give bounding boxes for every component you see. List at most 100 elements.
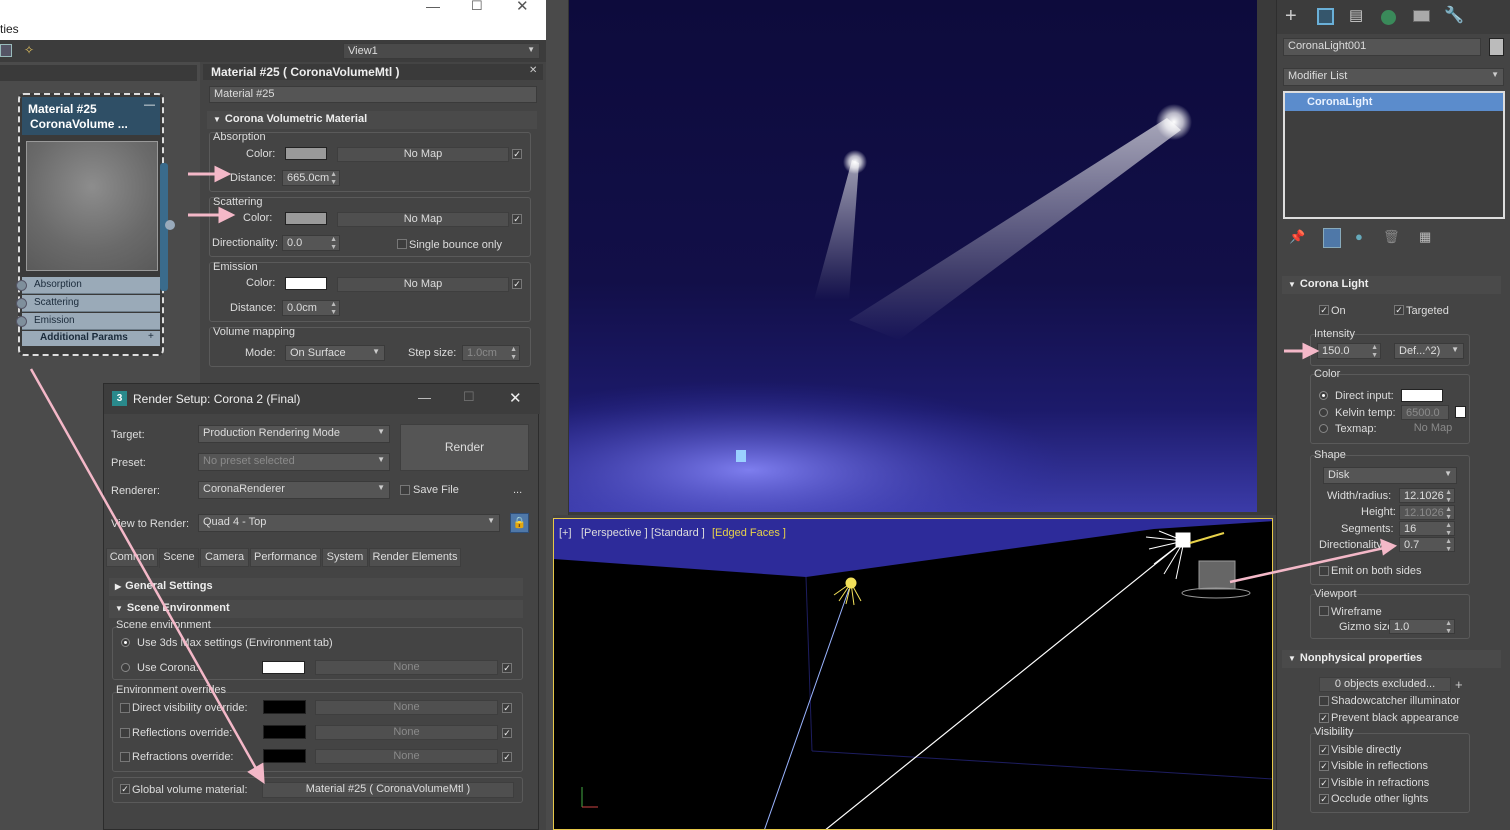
spinner-arrows-icon[interactable]: ▲ ▼ — [1445, 489, 1452, 502]
remove-modifier-icon[interactable]: 🗑 — [1383, 229, 1400, 245]
direct-input-radio[interactable] — [1319, 391, 1328, 400]
minimize-icon[interactable]: — — [418, 390, 431, 405]
hierarchy-tab-icon[interactable]: ▤ — [1349, 6, 1363, 24]
visible-directly-checkbox[interactable]: ✓ — [1319, 745, 1329, 755]
emission-map-toggle[interactable]: ✓ — [512, 279, 522, 289]
pick-icon[interactable]: ✧ — [24, 43, 34, 57]
reflections-map-button[interactable]: None — [315, 725, 498, 740]
refractions-map-toggle[interactable]: ✓ — [502, 752, 512, 762]
visible-in-refractions-checkbox[interactable]: ✓ — [1319, 778, 1329, 788]
intensity-unit-dropdown[interactable]: Def...^2) ▼ — [1394, 343, 1464, 359]
exclude-objects-button[interactable]: 0 objects excluded... — [1319, 677, 1451, 692]
spinner-arrows-icon[interactable]: ▲ ▼ — [1445, 522, 1452, 535]
rollout-scene-environment[interactable]: ▼ Scene Environment — [109, 600, 523, 618]
reflections-map-toggle[interactable]: ✓ — [502, 728, 512, 738]
prevent-black-checkbox[interactable]: ✓ — [1319, 713, 1329, 723]
utilities-tab-icon[interactable]: 🔧 — [1444, 5, 1464, 25]
targeted-checkbox[interactable]: ✓ — [1394, 305, 1404, 315]
visible-in-reflections-checkbox[interactable]: ✓ — [1319, 761, 1329, 771]
scattering-color-swatch[interactable] — [285, 212, 327, 225]
kelvin-temp-spinner[interactable]: 6500.0 — [1401, 405, 1449, 420]
material-name-field[interactable]: Material #25 — [209, 86, 537, 103]
save-file-browse-button[interactable]: ... — [513, 484, 522, 496]
absorption-map-button[interactable]: No Map — [337, 147, 509, 162]
scattering-directionality-spinner[interactable]: 0.0 ▲ ▼ — [282, 235, 340, 251]
view-to-render-dropdown[interactable]: Quad 4 - Top ▼ — [198, 514, 500, 532]
input-socket[interactable] — [16, 280, 27, 291]
absorption-map-toggle[interactable]: ✓ — [512, 149, 522, 159]
spinner-arrows-icon[interactable]: ▲ ▼ — [1371, 344, 1378, 358]
tab-system[interactable]: System — [322, 548, 368, 567]
view-dropdown[interactable]: View1 ▼ — [343, 43, 540, 59]
light-color-swatch[interactable] — [1401, 389, 1443, 402]
motion-tab-icon[interactable] — [1381, 10, 1396, 25]
input-socket[interactable] — [16, 298, 27, 309]
direct-visibility-checkbox[interactable] — [120, 703, 130, 713]
pin-stack-icon[interactable]: 📌 — [1289, 229, 1305, 245]
direct-visibility-map-button[interactable]: None — [315, 700, 498, 715]
node-slot-emission[interactable]: Emission — [16, 313, 160, 330]
node-slot-scattering[interactable]: Scattering — [16, 295, 160, 312]
perspective-viewport[interactable]: [+] [Perspective ] [Standard ] [Edged Fa… — [553, 518, 1273, 830]
object-name-field[interactable]: CoronaLight001 — [1283, 38, 1481, 56]
viewport-label-perspective[interactable]: [Perspective ] — [581, 527, 648, 539]
stack-item-coronalight[interactable]: CoronaLight — [1285, 93, 1503, 111]
emission-map-button[interactable]: No Map — [337, 277, 509, 292]
tab-camera[interactable]: Camera — [200, 548, 249, 567]
minimize-icon[interactable]: — — [426, 0, 440, 14]
spinner-arrows-icon[interactable]: ▲ ▼ — [330, 301, 337, 315]
create-tab-icon[interactable]: + — [1285, 5, 1297, 28]
close-icon[interactable]: ✕ — [509, 389, 522, 407]
viewport-label-edged-faces[interactable]: [Edged Faces ] — [712, 527, 786, 539]
direct-visibility-map-toggle[interactable]: ✓ — [502, 703, 512, 713]
emission-distance-spinner[interactable]: 0.0cm ▲ ▼ — [282, 300, 340, 316]
output-socket[interactable] — [165, 220, 175, 230]
input-socket[interactable] — [16, 316, 27, 327]
tab-common[interactable]: Common — [106, 548, 158, 567]
refractions-override-swatch[interactable] — [263, 749, 306, 763]
shadowcatcher-checkbox[interactable] — [1319, 696, 1329, 706]
corona-env-color-swatch[interactable] — [262, 661, 305, 674]
maximize-icon[interactable]: ☐ — [471, 0, 483, 14]
preset-dropdown[interactable]: No preset selected ▼ — [198, 453, 390, 471]
renderer-dropdown[interactable]: CoronaRenderer ▼ — [198, 481, 390, 499]
refractions-override-checkbox[interactable] — [120, 752, 130, 762]
render-button[interactable]: Render — [400, 424, 529, 471]
gizmo-size-spinner[interactable]: 1.0 ▲ ▼ — [1389, 619, 1455, 634]
emission-color-swatch[interactable] — [285, 277, 327, 290]
viewport-label-plus[interactable]: [+] — [559, 527, 572, 539]
lock-icon[interactable]: 🔒 — [510, 513, 529, 533]
global-volume-material-button[interactable]: Material #25 ( CoronaVolumeMtl ) — [262, 782, 514, 798]
use-max-settings-radio[interactable] — [121, 638, 130, 647]
scattering-map-toggle[interactable]: ✓ — [512, 214, 522, 224]
target-dropdown[interactable]: Production Rendering Mode ▼ — [198, 425, 390, 443]
texmap-button[interactable]: No Map — [1401, 422, 1465, 437]
shape-dropdown[interactable]: Disk ▼ — [1323, 467, 1457, 484]
tab-performance[interactable]: Performance — [250, 548, 321, 567]
texmap-radio[interactable] — [1319, 424, 1328, 433]
node-additional-params[interactable]: Additional Params + — [22, 331, 160, 346]
rollout-corona-volumetric[interactable]: ▼ Corona Volumetric Material — [207, 111, 537, 129]
object-color-swatch[interactable] — [1489, 38, 1504, 56]
volume-mode-dropdown[interactable]: On Surface ▼ — [285, 345, 385, 361]
spinner-arrows-icon[interactable]: ▲ ▼ — [510, 346, 517, 360]
emit-both-sides-checkbox[interactable] — [1319, 566, 1329, 576]
refractions-map-button[interactable]: None — [315, 749, 498, 764]
width-radius-spinner[interactable]: 12.1026 ▲ ▼ — [1399, 488, 1455, 503]
segments-spinner[interactable]: 16 ▲ ▼ — [1399, 521, 1455, 536]
corona-env-map-toggle[interactable]: ✓ — [502, 663, 512, 673]
scattering-map-button[interactable]: No Map — [337, 212, 509, 227]
spinner-arrows-icon[interactable]: ▲ ▼ — [1445, 538, 1452, 551]
node-slot-absorption[interactable]: Absorption — [16, 277, 160, 294]
spinner-arrows-icon[interactable]: ▲ ▼ — [330, 236, 337, 250]
show-end-result-icon[interactable] — [1323, 228, 1341, 248]
save-file-checkbox[interactable] — [400, 485, 410, 495]
direct-visibility-swatch[interactable] — [263, 700, 306, 714]
modify-tab-icon[interactable] — [1317, 8, 1334, 25]
global-volume-checkbox[interactable]: ✓ — [120, 784, 130, 794]
height-spinner[interactable]: 12.1026 ▲ ▼ — [1399, 505, 1455, 520]
configure-sets-icon[interactable]: ▦ — [1419, 229, 1431, 245]
collapse-icon[interactable]: — — [144, 99, 155, 111]
corona-env-map-button[interactable]: None — [315, 660, 498, 675]
directionality-spinner[interactable]: 0.7 ▲ ▼ — [1399, 537, 1455, 552]
